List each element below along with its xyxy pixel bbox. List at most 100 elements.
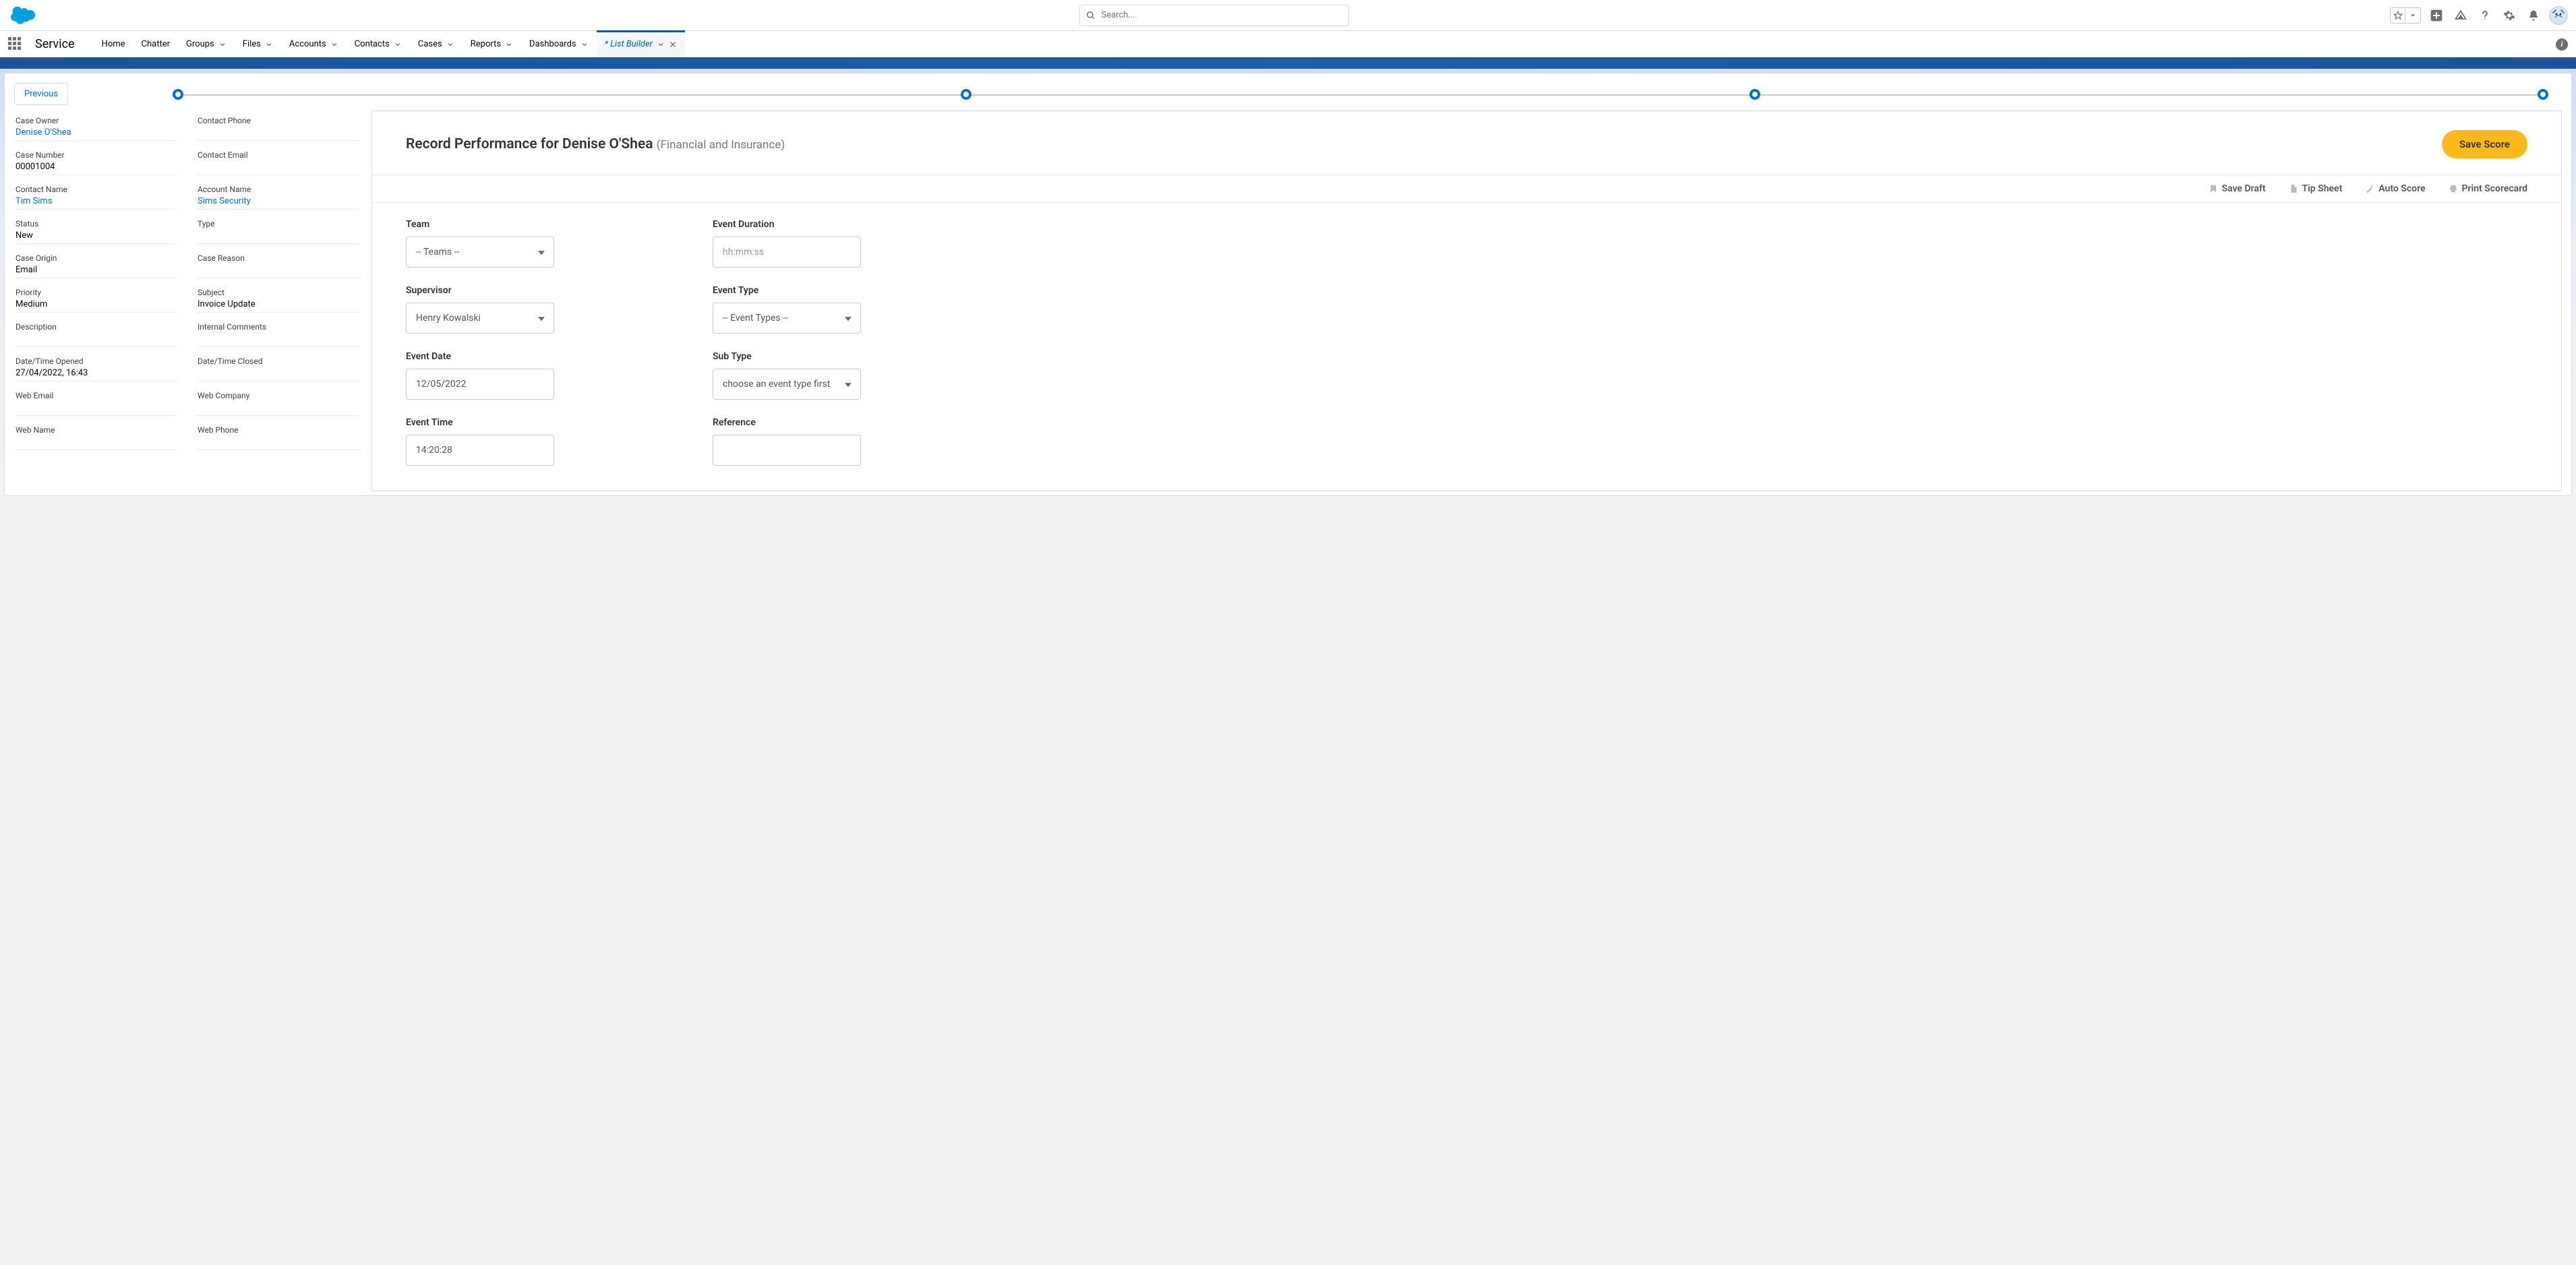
main-canvas: Previous Case Owner Denise O'Shea Case Nu… <box>4 73 2572 496</box>
field-label: Case Origin <box>16 253 177 263</box>
chevron-down-icon[interactable] <box>505 40 513 49</box>
close-icon[interactable] <box>669 40 677 49</box>
search-input[interactable] <box>1079 5 1349 26</box>
contact-name-link[interactable]: Tim Sims <box>16 196 177 210</box>
team-select[interactable]: -- Teams -- <box>406 237 554 268</box>
progress-step-3[interactable] <box>1749 89 1760 100</box>
field-label: Case Owner <box>16 116 177 125</box>
chevron-down-icon[interactable] <box>580 40 589 49</box>
chevron-down-icon[interactable] <box>394 40 402 49</box>
field-label: Web Name <box>16 425 177 435</box>
field-label: Internal Comments <box>198 322 359 332</box>
details-column-right: Contact Phone Contact Email Account Name… <box>198 116 359 460</box>
case-reason-value <box>198 265 359 278</box>
info-icon[interactable]: i <box>2556 38 2568 51</box>
question-icon[interactable] <box>2476 7 2494 24</box>
web-email-value <box>16 402 177 416</box>
nav-reports[interactable]: Reports <box>462 31 521 57</box>
field-label: Contact Phone <box>198 116 359 125</box>
app-launcher-icon[interactable] <box>8 37 23 52</box>
case-owner-link[interactable]: Denise O'Shea <box>16 127 177 141</box>
type-value <box>198 230 359 244</box>
field-label: Subject <box>198 288 359 297</box>
event-duration-label: Event Duration <box>713 219 945 230</box>
salesforce-help-icon[interactable] <box>2452 7 2469 24</box>
account-name-link[interactable]: Sims Security <box>198 196 359 210</box>
add-icon[interactable] <box>2428 7 2445 24</box>
progress-step-4[interactable] <box>2538 89 2548 100</box>
datetime-opened-value: 27/04/2022, 16:43 <box>16 368 177 381</box>
save-draft-link[interactable]: Save Draft <box>2209 183 2266 194</box>
form-title: Record Performance for Denise O'Shea (Fi… <box>406 136 785 152</box>
sub-type-label: Sub Type <box>713 351 945 362</box>
document-icon <box>2289 184 2298 193</box>
auto-score-link[interactable]: Auto Score <box>2365 183 2425 194</box>
field-label: Status <box>16 219 177 228</box>
field-label: Case Reason <box>198 253 359 263</box>
wand-icon <box>2365 184 2374 193</box>
print-scorecard-link[interactable]: Print Scorecard <box>2449 183 2527 194</box>
gear-icon[interactable] <box>2500 7 2518 24</box>
global-header <box>0 0 2576 31</box>
field-label: Description <box>16 322 177 332</box>
nav-chatter[interactable]: Chatter <box>133 31 179 57</box>
reference-label: Reference <box>713 417 945 428</box>
case-details-panel: Case OwnerDenise O'Shea Case Number00001… <box>14 111 365 491</box>
performance-form-panel: Record Performance for Denise O'Shea (Fi… <box>371 111 2562 491</box>
supervisor-select[interactable]: Henry Kowalski <box>406 303 554 334</box>
priority-value: Medium <box>16 299 177 313</box>
supervisor-label: Supervisor <box>406 285 638 296</box>
nav-cases[interactable]: Cases <box>410 31 462 57</box>
app-nav-bar: Service Home Chatter Groups Files Accoun… <box>0 31 2576 59</box>
contact-email-value <box>198 162 359 175</box>
bookmark-icon <box>2209 184 2218 193</box>
chevron-down-icon[interactable] <box>218 40 227 49</box>
datetime-closed-value <box>198 368 359 381</box>
event-date-label: Event Date <box>406 351 638 362</box>
event-duration-input[interactable] <box>713 237 861 268</box>
tip-sheet-link[interactable]: Tip Sheet <box>2289 183 2343 194</box>
reference-input[interactable] <box>713 435 861 466</box>
salesforce-logo <box>8 5 38 26</box>
field-label: Web Email <box>16 391 177 400</box>
star-icon[interactable] <box>2391 8 2405 23</box>
progress-step-2[interactable] <box>961 89 971 100</box>
nav-groups[interactable]: Groups <box>178 31 235 57</box>
event-type-label: Event Type <box>713 285 945 296</box>
event-date-input[interactable] <box>406 369 554 400</box>
chevron-down-icon[interactable] <box>446 40 454 49</box>
nav-files[interactable]: Files <box>235 31 281 57</box>
nav-dashboards[interactable]: Dashboards <box>521 31 597 57</box>
nav-contacts[interactable]: Contacts <box>347 31 410 57</box>
case-origin-value: Email <box>16 265 177 278</box>
nav-home[interactable]: Home <box>94 31 133 57</box>
chevron-down-icon[interactable] <box>265 40 273 49</box>
user-avatar[interactable] <box>2549 6 2568 25</box>
subject-value: Invoice Update <box>198 299 359 313</box>
bell-icon[interactable] <box>2525 7 2542 24</box>
field-label: Case Number <box>16 150 177 160</box>
form-action-bar: Save Draft Tip Sheet Auto Score Print Sc… <box>372 175 2561 203</box>
global-search <box>1079 5 1349 26</box>
previous-button[interactable]: Previous <box>14 83 68 105</box>
favorites-dropdown[interactable] <box>2405 8 2420 23</box>
save-score-button[interactable]: Save Score <box>2442 130 2527 158</box>
field-label: Priority <box>16 288 177 297</box>
field-label: Type <box>198 219 359 228</box>
field-label: Web Phone <box>198 425 359 435</box>
progress-step-1[interactable] <box>173 89 183 100</box>
event-time-input[interactable] <box>406 435 554 466</box>
field-label: Date/Time Opened <box>16 357 177 366</box>
details-column-left: Case OwnerDenise O'Shea Case Number00001… <box>16 116 177 460</box>
nav-accounts[interactable]: Accounts <box>281 31 347 57</box>
description-value <box>16 334 177 347</box>
brand-band <box>0 59 2576 69</box>
sub-type-select[interactable]: choose an event type first <box>713 369 861 400</box>
nav-list-builder[interactable]: * List Builder <box>597 31 685 57</box>
web-phone-value <box>198 437 359 450</box>
web-name-value <box>16 437 177 450</box>
event-type-select[interactable]: -- Event Types -- <box>713 303 861 334</box>
chevron-down-icon[interactable] <box>330 40 338 49</box>
chevron-down-icon[interactable] <box>657 40 665 49</box>
field-label: Date/Time Closed <box>198 357 359 366</box>
